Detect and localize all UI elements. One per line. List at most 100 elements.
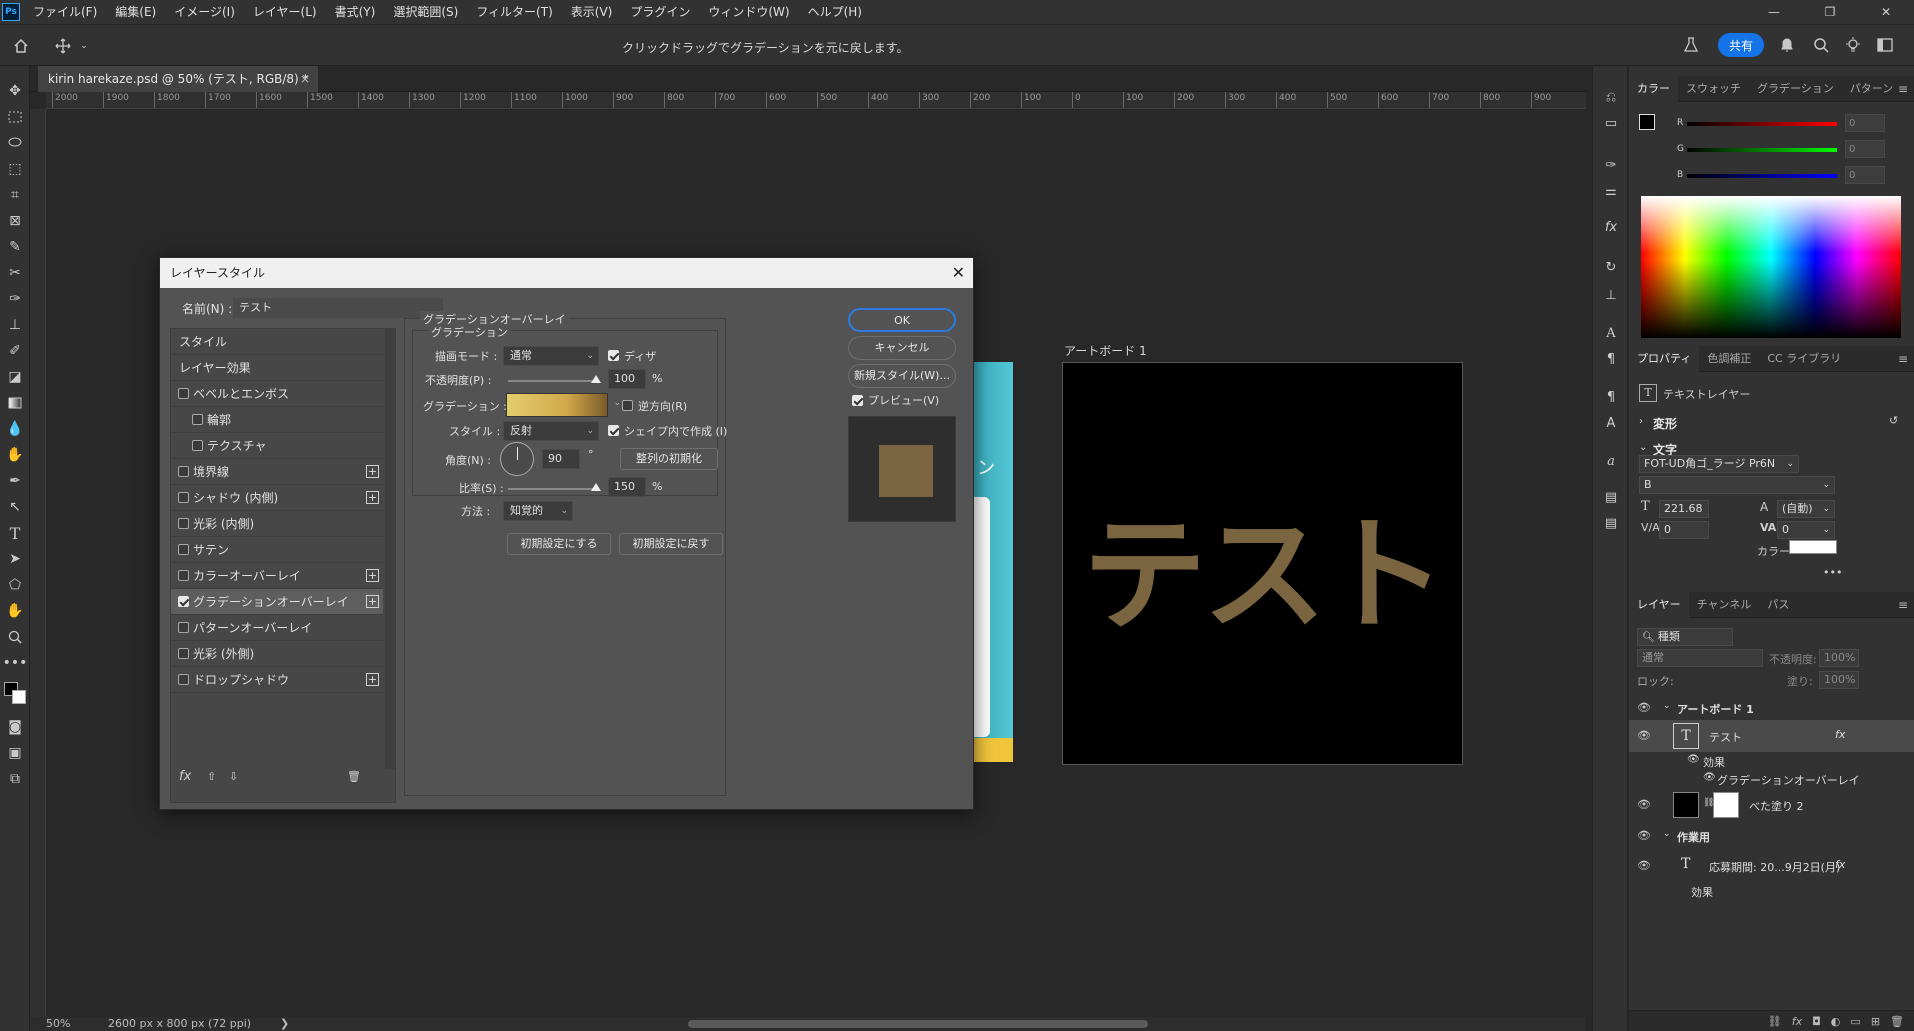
move-down-icon[interactable]: ⇩ [229,770,238,783]
layer-opacity-field[interactable]: 100% [1819,649,1859,667]
adjustment-layer-icon[interactable]: ◐ [1831,1015,1841,1028]
fx-stroke[interactable]: 境界線 + [171,459,383,485]
type-tool-icon[interactable]: T [3,522,27,544]
frame-tool-icon[interactable]: ⊠ [3,210,27,232]
close-window-button[interactable]: ✕ [1858,0,1914,24]
direct-select-icon[interactable]: ➤ [3,548,27,570]
share-button[interactable]: 共有 [1718,33,1764,57]
fx-gradient-overlay[interactable]: グラデーションオーバーレイ + [171,589,383,615]
fx-outer-glow[interactable]: 光彩 (外側) [171,641,383,667]
layer-effect-item[interactable]: 👁︎ グラデーションオーバーレイ [1629,770,1914,788]
fx-drop-shadow[interactable]: ドロップシャドウ + [171,667,383,693]
menu-filter[interactable]: フィルター(T) [467,0,561,24]
fx-satin[interactable]: サテン [171,537,383,563]
new-layer-icon[interactable]: ⊞ [1871,1015,1880,1028]
font-style-select[interactable]: B ⌄ [1639,476,1835,494]
eyedropper-icon[interactable]: ✎ [3,236,27,258]
history-icon[interactable]: ⎌ [1600,86,1622,108]
eye-icon[interactable]: 👁︎ [1637,859,1653,873]
panel-menu-icon[interactable]: ≡ [1898,346,1908,372]
brush-tool-icon[interactable]: ✑ [3,288,27,310]
layer-row-text[interactable]: 👁︎ T テスト fx [1629,720,1914,752]
effects-list-scrollbar[interactable] [385,329,395,769]
make-default-button[interactable]: 初期設定にする [507,533,611,555]
text-color-swatch[interactable] [1789,540,1837,554]
opacity-field[interactable]: 100 [608,369,646,389]
styles-icon[interactable]: fx [1600,216,1622,238]
hand-tool-icon[interactable]: ✋ [3,600,27,622]
reset-to-default-button[interactable]: 初期設定に戻す [619,533,723,555]
chevron-down-icon[interactable]: ⌄ [1663,829,1671,839]
style-select[interactable]: 反射 ⌄ [503,421,599,441]
eye-icon[interactable]: 👁︎ [1687,754,1700,765]
tracking-field[interactable]: 0 ⌄ [1777,521,1835,539]
opacity-slider[interactable] [508,375,601,383]
move-tool-icon[interactable]: ✥ [3,80,27,102]
background-color-swatch[interactable] [12,690,26,704]
panel-menu-icon[interactable]: ≡ [1898,76,1908,102]
add-gradient-overlay-icon[interactable]: + [366,595,379,608]
stamp-panel-icon[interactable]: ⊥ [1600,284,1622,306]
gradient-preview[interactable]: ⌄ [506,393,621,417]
healing-brush-icon[interactable]: ✂ [3,262,27,284]
fx-contour[interactable]: 輪郭 [171,407,383,433]
character-styles-icon[interactable]: A [1600,412,1622,434]
red-slider[interactable] [1687,122,1837,126]
more-options-icon[interactable]: ••• [1823,566,1842,579]
eye-icon[interactable]: 👁︎ [1637,829,1653,843]
comment-icon[interactable]: ▭ [1600,112,1622,134]
align-with-layer-checkbox[interactable] [608,425,619,436]
minimize-button[interactable]: — [1746,0,1802,24]
tab-adjustments[interactable]: 色調補正 [1699,346,1759,372]
eye-icon[interactable]: 👁︎ [1637,701,1653,715]
bell-icon[interactable] [1776,34,1798,56]
new-group-icon[interactable]: ▭ [1850,1015,1860,1028]
fx-inner-glow[interactable]: 光彩 (内側) [171,511,383,537]
blue-value[interactable]: 0 [1845,166,1885,184]
fx-icon[interactable]: fx [1835,728,1845,741]
add-stroke-icon[interactable]: + [366,465,379,478]
artboard-label[interactable]: アートボード 1 [1064,342,1147,359]
move-up-icon[interactable]: ⇧ [207,770,216,783]
angle-dial[interactable] [500,442,534,476]
dialog-close-icon[interactable]: ✕ [952,258,965,288]
chevron-down-icon[interactable]: ⌄ [78,35,90,57]
tab-gradients[interactable]: グラデーション [1749,76,1842,102]
dodge-tool-icon[interactable]: ✋ [3,444,27,466]
new-style-button[interactable]: 新規スタイル(W)... [848,364,956,388]
add-color-overlay-icon[interactable]: + [366,569,379,582]
gradient-tool-icon[interactable] [3,392,27,414]
eye-icon[interactable]: 👁︎ [1637,798,1653,812]
home-icon[interactable] [10,35,32,57]
quick-mask-icon[interactable]: ◙ [3,716,27,738]
add-style-icon[interactable]: fx [1792,1015,1802,1028]
green-value[interactable]: 0 [1845,140,1885,158]
horizontal-scrollbar[interactable] [688,1020,1148,1028]
notes-icon[interactable]: ▤ [1600,512,1622,534]
close-icon[interactable]: × [300,66,310,92]
blue-slider[interactable] [1687,174,1837,178]
add-drop-shadow-icon[interactable]: + [366,673,379,686]
ok-button[interactable]: OK [848,308,956,332]
delete-layer-icon[interactable]: 🗑︎ [1890,1015,1904,1028]
angle-field[interactable]: 90 [542,449,580,469]
menu-file[interactable]: ファイル(F) [24,0,106,24]
history-brush-icon[interactable]: ✐ [3,340,27,362]
menu-image[interactable]: イメージ(I) [165,0,244,24]
scale-field[interactable]: 150 [608,477,646,497]
menu-plugins[interactable]: プラグイン [621,0,699,24]
blend-mode-select[interactable]: 通常 ⌄ [503,346,599,366]
tab-color[interactable]: カラー [1629,75,1678,102]
more-tools-icon[interactable]: ••• [3,652,28,674]
font-family-select[interactable]: FOT-UD角ゴ_ラージ Pr6N ⌄ [1639,455,1799,473]
layer-filter-select[interactable]: 🔍︎ 種類 [1637,628,1733,646]
transform-header[interactable]: 変形 [1653,415,1677,432]
layer-row-group[interactable]: 👁︎ ⌄ 作業用 [1629,822,1914,850]
search-icon[interactable] [1810,34,1832,56]
artboard-tool-icon[interactable]: ⧉ [3,768,27,790]
delete-effect-icon[interactable]: 🗑︎ [347,770,361,783]
eraser-tool-icon[interactable]: ◪ [3,366,27,388]
chevron-down-icon[interactable]: ⌄ [1639,442,1647,453]
tab-swatches[interactable]: スウォッチ [1678,76,1749,102]
scale-slider[interactable] [508,483,601,491]
